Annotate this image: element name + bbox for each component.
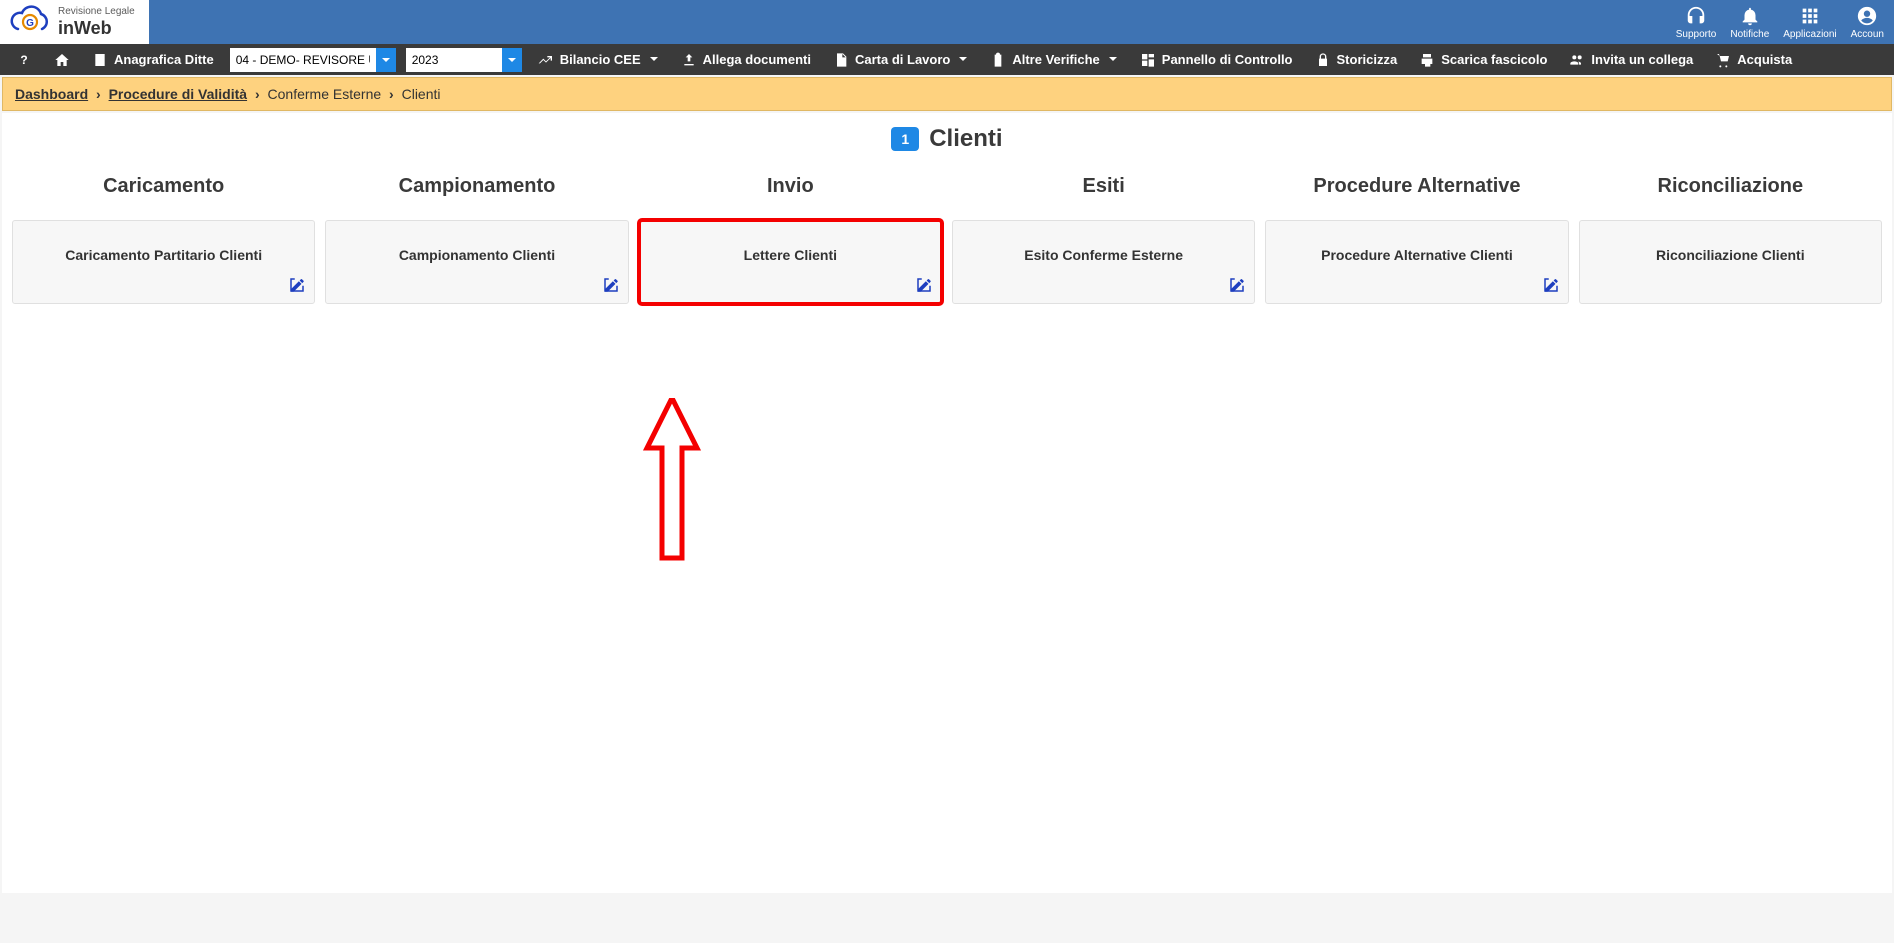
edit-icon [1228, 276, 1246, 294]
bell-icon [1739, 5, 1761, 27]
logo-super: Revisione Legale [58, 7, 135, 17]
chevron-down-icon [381, 55, 391, 65]
cloud-logo-icon: G [8, 5, 52, 39]
edit-icon [1542, 276, 1560, 294]
file-icon [833, 52, 849, 68]
card[interactable]: Caricamento Partitario Clienti [12, 220, 315, 304]
main-content: 1 Clienti Caricamento Caricamento Partita… [2, 113, 1892, 893]
year-input[interactable] [406, 48, 502, 72]
card-label: Lettere Clienti [744, 247, 837, 263]
year-select[interactable] [406, 48, 522, 72]
column-header: Esiti [952, 171, 1255, 202]
svg-text:?: ? [20, 53, 27, 67]
svg-text:G: G [26, 18, 34, 29]
logo[interactable]: G Revisione Legale inWeb [0, 0, 149, 44]
edit-button[interactable] [288, 276, 306, 297]
chevron-down-icon [507, 55, 517, 65]
edit-button[interactable] [915, 276, 933, 297]
building-icon [92, 52, 108, 68]
column-header: Caricamento [12, 171, 315, 202]
cart-icon [1715, 52, 1731, 68]
breadcrumb-conferme: Conferme Esterne [268, 86, 382, 102]
ditta-input[interactable] [230, 48, 376, 72]
card[interactable]: Esito Conferme Esterne [952, 220, 1255, 304]
breadcrumb-clienti: Clienti [402, 86, 441, 102]
column: Caricamento Caricamento Partitario Client… [12, 171, 315, 304]
allega-button[interactable]: Allega documenti [673, 44, 819, 75]
pannello-button[interactable]: Pannello di Controllo [1132, 44, 1301, 75]
question-icon: ? [16, 52, 32, 68]
card[interactable]: Campionamento Clienti [325, 220, 628, 304]
dashboard-icon [1140, 52, 1156, 68]
logo-name: inWeb [58, 19, 135, 37]
card-label: Procedure Alternative Clienti [1321, 247, 1513, 263]
breadcrumb-procedure[interactable]: Procedure di Validità [109, 86, 248, 102]
edit-button[interactable] [602, 276, 620, 297]
topbar-right: Supporto Notifiche Applicazioni Accoun [1676, 5, 1888, 40]
upload-icon [681, 52, 697, 68]
column-header: Invio [639, 171, 942, 202]
page-badge: 1 [891, 127, 919, 151]
column-header: Campionamento [325, 171, 628, 202]
column-header: Riconciliazione [1579, 171, 1882, 202]
home-button[interactable] [46, 44, 78, 75]
apps-grid-icon [1799, 5, 1821, 27]
print-icon [1419, 52, 1435, 68]
card-label: Esito Conferme Esterne [1024, 247, 1183, 263]
card[interactable]: Riconciliazione Clienti [1579, 220, 1882, 304]
year-select-caret[interactable] [502, 48, 522, 72]
carta-button[interactable]: Carta di Lavoro [825, 44, 976, 75]
edit-button[interactable] [1228, 276, 1246, 297]
topbar-left: G Revisione Legale inWeb [0, 0, 149, 44]
card-label: Riconciliazione Clienti [1656, 247, 1805, 263]
storicizza-button[interactable]: Storicizza [1307, 44, 1406, 75]
ditta-select[interactable] [230, 48, 396, 72]
anagrafica-button[interactable]: Anagrafica Ditte [84, 44, 222, 75]
users-icon [1569, 52, 1585, 68]
card[interactable]: Procedure Alternative Clienti [1265, 220, 1568, 304]
edit-icon [288, 276, 306, 294]
acquista-button[interactable]: Acquista [1707, 44, 1800, 75]
chart-icon [538, 52, 554, 68]
edit-button[interactable] [1542, 276, 1560, 297]
edit-icon [602, 276, 620, 294]
arrow-annotation-icon [642, 398, 702, 568]
account-button[interactable]: Accoun [1851, 5, 1884, 40]
ditta-select-caret[interactable] [376, 48, 396, 72]
breadcrumb-dashboard[interactable]: Dashboard [15, 86, 88, 102]
notifications-button[interactable]: Notifiche [1730, 5, 1769, 40]
top-bar: G Revisione Legale inWeb Supporto Notifi… [0, 0, 1894, 44]
column: Procedure Alternative Procedure Alternati… [1265, 171, 1568, 304]
invita-button[interactable]: Invita un collega [1561, 44, 1701, 75]
edit-icon [915, 276, 933, 294]
headset-icon [1685, 5, 1707, 27]
altre-button[interactable]: Altre Verifiche [982, 44, 1125, 75]
clipboard-icon [990, 52, 1006, 68]
column: Riconciliazione Riconciliazione Clienti [1579, 171, 1882, 304]
chevron-down-icon [958, 54, 968, 64]
support-button[interactable]: Supporto [1676, 5, 1717, 40]
card[interactable]: Lettere Clienti [639, 220, 942, 304]
help-button[interactable]: ? [8, 44, 40, 75]
user-circle-icon [1856, 5, 1878, 27]
card-label: Campionamento Clienti [399, 247, 555, 263]
column: Campionamento Campionamento Clienti [325, 171, 628, 304]
column: Esiti Esito Conferme Esterne [952, 171, 1255, 304]
chevron-down-icon [649, 54, 659, 64]
apps-button[interactable]: Applicazioni [1783, 5, 1836, 40]
breadcrumb: Dashboard › Procedure di Validità › Conf… [2, 77, 1892, 111]
chevron-down-icon [1108, 54, 1118, 64]
page-title-text: Clienti [929, 125, 1002, 153]
page-title: 1 Clienti [2, 125, 1892, 153]
main-toolbar: ? Anagrafica Ditte Bilancio CEE Allega d… [0, 44, 1894, 75]
scarica-button[interactable]: Scarica fascicolo [1411, 44, 1555, 75]
column: Invio Lettere Clienti [639, 171, 942, 304]
lock-icon [1315, 52, 1331, 68]
card-label: Caricamento Partitario Clienti [65, 247, 262, 263]
columns-row: Caricamento Caricamento Partitario Client… [2, 171, 1892, 304]
bilancio-button[interactable]: Bilancio CEE [530, 44, 667, 75]
column-header: Procedure Alternative [1265, 171, 1568, 202]
home-icon [54, 52, 70, 68]
